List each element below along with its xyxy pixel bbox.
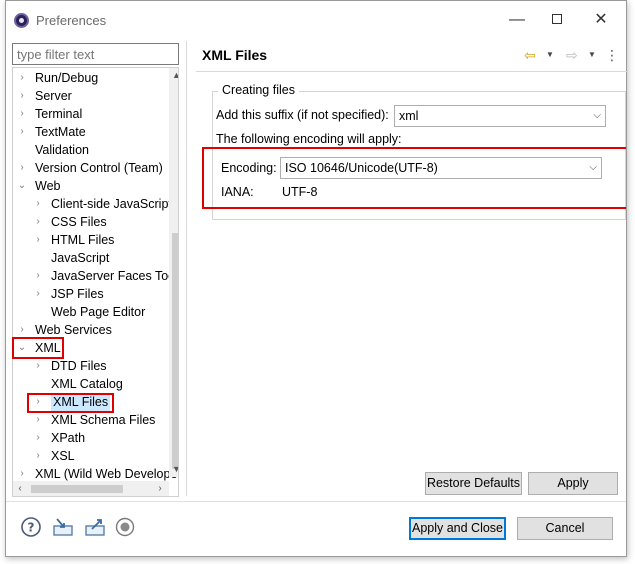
tree-item-label: XSL xyxy=(51,449,75,463)
preferences-dialog: Preferences — ✕ › Run/Debug › Server › Termin… xyxy=(5,0,628,557)
page-header-divider xyxy=(196,71,628,72)
xml-highlight-box xyxy=(12,337,64,359)
help-icon[interactable]: ? xyxy=(20,516,42,538)
collapse-chevron-icon[interactable]: › xyxy=(33,231,43,249)
tree-item-label: Validation xyxy=(35,143,89,157)
collapse-chevron-icon[interactable]: › xyxy=(17,159,27,177)
eclipse-icon xyxy=(14,13,29,28)
forward-arrow-icon[interactable]: ⇨ xyxy=(566,45,578,65)
collapse-chevron-icon xyxy=(33,249,43,267)
tree-item-label: XML Catalog xyxy=(51,377,123,391)
window-title: Preferences xyxy=(36,13,107,28)
scroll-left-icon[interactable]: ‹ xyxy=(13,481,27,496)
scroll-right-icon[interactable]: › xyxy=(153,481,167,496)
collapse-chevron-icon[interactable]: › xyxy=(33,411,43,429)
scroll-down-icon[interactable]: ▼ xyxy=(169,462,178,477)
collapse-chevron-icon[interactable]: › xyxy=(33,357,43,375)
suffix-label: Add this suffix (if not specified): xyxy=(216,108,389,122)
maximize-icon xyxy=(552,14,562,24)
view-menu-icon[interactable]: ⋮ xyxy=(605,45,619,65)
tree-item-label: CSS Files xyxy=(51,215,107,229)
pane-divider[interactable] xyxy=(186,41,187,496)
tree-item-label: DTD Files xyxy=(51,359,107,373)
title-bar: Preferences — ✕ xyxy=(6,1,626,39)
group-title: Creating files xyxy=(218,83,299,97)
button-bar-divider xyxy=(6,501,626,502)
tree-item-label: JavaScript xyxy=(51,251,110,265)
cancel-button[interactable]: Cancel xyxy=(517,517,613,540)
suffix-combo[interactable]: xml ⌵ xyxy=(394,105,606,127)
encoding-highlight-box xyxy=(202,147,626,209)
collapse-chevron-icon[interactable]: › xyxy=(33,285,43,303)
preference-tree: › Run/Debug › Server › Terminal › TextMate Valid… xyxy=(12,67,179,497)
minimize-button[interactable]: — xyxy=(497,7,537,33)
tree-item-label: XPath xyxy=(51,431,86,445)
svg-text:?: ? xyxy=(28,521,35,535)
xml-files-highlight-box xyxy=(27,393,114,413)
collapse-chevron-icon[interactable]: › xyxy=(33,195,43,213)
back-history-dropdown-icon[interactable]: ▼ xyxy=(546,45,554,65)
collapse-chevron-icon[interactable]: › xyxy=(17,105,27,123)
tree-item-label: Run/Debug xyxy=(35,71,99,85)
collapse-chevron-icon xyxy=(17,141,27,159)
collapse-chevron-icon[interactable]: › xyxy=(33,267,43,285)
collapse-chevron-icon xyxy=(33,303,43,321)
back-arrow-icon[interactable]: ⇦ xyxy=(524,45,536,65)
tree-horizontal-scroll-thumb[interactable] xyxy=(31,485,123,493)
collapse-chevron-icon[interactable]: › xyxy=(17,87,27,105)
tree-item-label: Server xyxy=(35,89,72,103)
tree-vertical-scrollbar[interactable]: ▲ ▼ xyxy=(169,68,178,477)
scroll-up-icon[interactable]: ▲ xyxy=(169,68,178,83)
collapse-chevron-icon[interactable]: › xyxy=(17,69,27,87)
chevron-down-icon: ⌵ xyxy=(593,110,601,121)
collapse-chevron-icon[interactable]: › xyxy=(33,429,43,447)
apply-and-close-button[interactable]: Apply and Close xyxy=(409,517,506,540)
tree-item-label: Terminal xyxy=(35,107,83,121)
collapse-chevron-icon[interactable]: › xyxy=(17,123,27,141)
tree-item-label: JavaServer Faces Tools xyxy=(51,269,179,283)
tree-item-label: TextMate xyxy=(35,125,86,139)
restore-defaults-button[interactable]: Restore Defaults xyxy=(425,472,522,495)
expand-chevron-icon[interactable]: ⌄ xyxy=(17,177,27,195)
close-button[interactable]: ✕ xyxy=(581,7,621,33)
collapse-chevron-icon xyxy=(33,375,43,393)
suffix-value: xml xyxy=(399,109,419,123)
encoding-note: The following encoding will apply: xyxy=(216,132,402,146)
forward-history-dropdown-icon[interactable]: ▼ xyxy=(588,45,596,65)
tree-vertical-scroll-thumb[interactable] xyxy=(172,233,178,469)
apply-button[interactable]: Apply xyxy=(528,472,618,495)
export-icon[interactable] xyxy=(84,516,106,538)
tree-item-label: Client-side JavaScript xyxy=(51,197,172,211)
tree-item-label: Web xyxy=(35,179,61,193)
filter-input[interactable] xyxy=(12,43,179,65)
record-icon[interactable] xyxy=(114,516,136,538)
import-icon[interactable] xyxy=(52,516,74,538)
tree-item-label: XML Schema Files xyxy=(51,413,156,427)
tree-horizontal-scrollbar[interactable]: ‹ › xyxy=(13,481,169,496)
tree-item-label: Web Page Editor xyxy=(51,305,146,319)
collapse-chevron-icon[interactable]: › xyxy=(33,447,43,465)
maximize-button[interactable] xyxy=(537,7,577,33)
collapse-chevron-icon[interactable]: › xyxy=(33,213,43,231)
tree-item-label: HTML Files xyxy=(51,233,115,247)
page-title: XML Files xyxy=(202,47,268,63)
tree-item-label: Version Control (Team) xyxy=(35,161,163,175)
tree-item-label: JSP Files xyxy=(51,287,104,301)
